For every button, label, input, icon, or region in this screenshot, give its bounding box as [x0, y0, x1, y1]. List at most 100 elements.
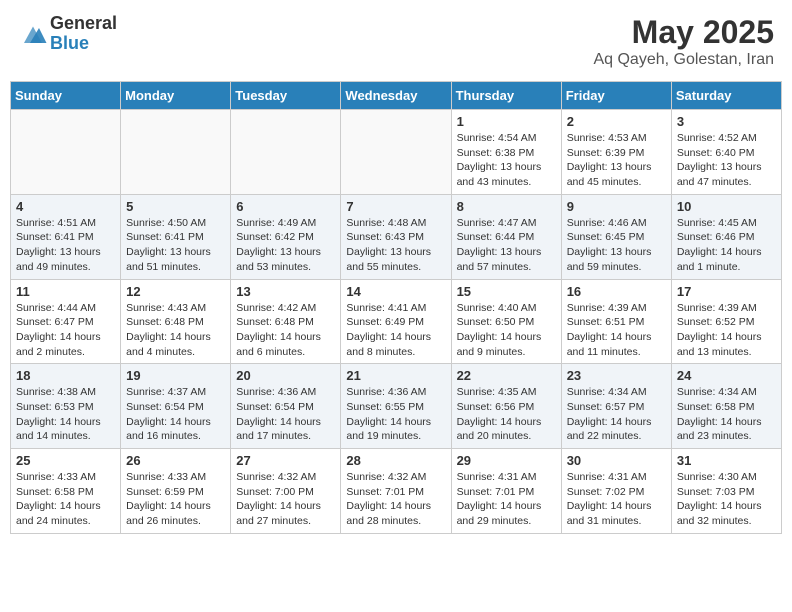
calendar-cell: [341, 110, 451, 195]
calendar-cell: [231, 110, 341, 195]
day-info: Sunrise: 4:32 AMSunset: 7:01 PMDaylight:…: [346, 470, 445, 529]
weekday-header-tuesday: Tuesday: [231, 82, 341, 110]
calendar-cell: 14 Sunrise: 4:41 AMSunset: 6:49 PMDayligh…: [341, 279, 451, 364]
day-info: Sunrise: 4:34 AMSunset: 6:57 PMDaylight:…: [567, 385, 666, 444]
calendar-body: 1Sunrise: 4:54 AMSunset: 6:38 PMDaylight…: [11, 110, 782, 534]
day-info: Sunrise: 4:44 AMSunset: 6:47 PMDaylight:…: [16, 301, 115, 360]
weekday-header-row: SundayMondayTuesdayWednesdayThursdayFrid…: [11, 82, 782, 110]
day-number: 6: [236, 199, 335, 214]
calendar-cell: 12 Sunrise: 4:43 AMSunset: 6:48 PMDayligh…: [121, 279, 231, 364]
calendar-cell: 30 Sunrise: 4:31 AMSunset: 7:02 PMDayligh…: [561, 449, 671, 534]
calendar-cell: 7 Sunrise: 4:48 AMSunset: 6:43 PMDaylight…: [341, 194, 451, 279]
day-number: 21: [346, 368, 445, 383]
weekday-header-thursday: Thursday: [451, 82, 561, 110]
day-info: Sunrise: 4:39 AMSunset: 6:52 PMDaylight:…: [677, 301, 776, 360]
day-info: Sunrise: 4:36 AMSunset: 6:54 PMDaylight:…: [236, 385, 335, 444]
weekday-header-wednesday: Wednesday: [341, 82, 451, 110]
day-info: Sunrise: 4:52 AMSunset: 6:40 PMDaylight:…: [677, 131, 776, 190]
day-number: 4: [16, 199, 115, 214]
location-subtitle: Aq Qayeh, Golestan, Iran: [593, 51, 774, 69]
calendar-cell: 26Sunrise: 4:33 AMSunset: 6:59 PMDayligh…: [121, 449, 231, 534]
calendar-cell: 2Sunrise: 4:53 AMSunset: 6:39 PMDaylight…: [561, 110, 671, 195]
weekday-header-monday: Monday: [121, 82, 231, 110]
calendar-cell: 4 Sunrise: 4:51 AMSunset: 6:41 PMDaylight…: [11, 194, 121, 279]
calendar-cell: 25Sunrise: 4:33 AMSunset: 6:58 PMDayligh…: [11, 449, 121, 534]
calendar-cell: 19Sunrise: 4:37 AMSunset: 6:54 PMDayligh…: [121, 364, 231, 449]
calendar-cell: 11 Sunrise: 4:44 AMSunset: 6:47 PMDayligh…: [11, 279, 121, 364]
logo-blue-text: Blue: [50, 34, 117, 54]
calendar-table: SundayMondayTuesdayWednesdayThursdayFrid…: [10, 81, 782, 534]
day-info: Sunrise: 4:31 AMSunset: 7:01 PMDaylight:…: [457, 470, 556, 529]
day-number: 14: [346, 284, 445, 299]
day-info: Sunrise: 4:38 AMSunset: 6:53 PMDaylight:…: [16, 385, 115, 444]
day-number: 29: [457, 453, 556, 468]
day-info: Sunrise: 4:42 AMSunset: 6:48 PMDaylight:…: [236, 301, 335, 360]
day-info: Sunrise: 4:46 AMSunset: 6:45 PMDaylight:…: [567, 216, 666, 275]
day-number: 10: [677, 199, 776, 214]
calendar-cell: 1Sunrise: 4:54 AMSunset: 6:38 PMDaylight…: [451, 110, 561, 195]
calendar-cell: 8 Sunrise: 4:47 AMSunset: 6:44 PMDaylight…: [451, 194, 561, 279]
day-info: Sunrise: 4:36 AMSunset: 6:55 PMDaylight:…: [346, 385, 445, 444]
calendar-cell: 24 Sunrise: 4:34 AMSunset: 6:58 PMDayligh…: [671, 364, 781, 449]
day-info: Sunrise: 4:48 AMSunset: 6:43 PMDaylight:…: [346, 216, 445, 275]
day-number: 11: [16, 284, 115, 299]
calendar-cell: 9 Sunrise: 4:46 AMSunset: 6:45 PMDaylight…: [561, 194, 671, 279]
day-number: 5: [126, 199, 225, 214]
weekday-header-saturday: Saturday: [671, 82, 781, 110]
calendar-cell: 21 Sunrise: 4:36 AMSunset: 6:55 PMDayligh…: [341, 364, 451, 449]
day-info: Sunrise: 4:35 AMSunset: 6:56 PMDaylight:…: [457, 385, 556, 444]
day-number: 7: [346, 199, 445, 214]
calendar-cell: 29 Sunrise: 4:31 AMSunset: 7:01 PMDayligh…: [451, 449, 561, 534]
day-number: 13: [236, 284, 335, 299]
day-number: 8: [457, 199, 556, 214]
calendar-cell: 27Sunrise: 4:32 AMSunset: 7:00 PMDayligh…: [231, 449, 341, 534]
day-info: Sunrise: 4:39 AMSunset: 6:51 PMDaylight:…: [567, 301, 666, 360]
day-number: 30: [567, 453, 666, 468]
calendar-cell: 5 Sunrise: 4:50 AMSunset: 6:41 PMDaylight…: [121, 194, 231, 279]
calendar-cell: 20 Sunrise: 4:36 AMSunset: 6:54 PMDayligh…: [231, 364, 341, 449]
day-number: 28: [346, 453, 445, 468]
day-info: Sunrise: 4:41 AMSunset: 6:49 PMDaylight:…: [346, 301, 445, 360]
calendar-week-3: 11 Sunrise: 4:44 AMSunset: 6:47 PMDayligh…: [11, 279, 782, 364]
day-number: 24: [677, 368, 776, 383]
logo-general-text: General: [50, 14, 117, 34]
day-number: 1: [457, 114, 556, 129]
calendar-week-2: 4 Sunrise: 4:51 AMSunset: 6:41 PMDaylight…: [11, 194, 782, 279]
day-info: Sunrise: 4:45 AMSunset: 6:46 PMDaylight:…: [677, 216, 776, 275]
day-info: Sunrise: 4:43 AMSunset: 6:48 PMDaylight:…: [126, 301, 225, 360]
day-number: 16: [567, 284, 666, 299]
calendar-cell: 3 Sunrise: 4:52 AMSunset: 6:40 PMDaylight…: [671, 110, 781, 195]
day-number: 31: [677, 453, 776, 468]
title-area: May 2025 Aq Qayeh, Golestan, Iran: [593, 14, 774, 69]
day-number: 20: [236, 368, 335, 383]
calendar-cell: 15Sunrise: 4:40 AMSunset: 6:50 PMDayligh…: [451, 279, 561, 364]
day-info: Sunrise: 4:51 AMSunset: 6:41 PMDaylight:…: [16, 216, 115, 275]
day-info: Sunrise: 4:30 AMSunset: 7:03 PMDaylight:…: [677, 470, 776, 529]
calendar-cell: 22 Sunrise: 4:35 AMSunset: 6:56 PMDayligh…: [451, 364, 561, 449]
calendar-cell: 18 Sunrise: 4:38 AMSunset: 6:53 PMDayligh…: [11, 364, 121, 449]
day-info: Sunrise: 4:50 AMSunset: 6:41 PMDaylight:…: [126, 216, 225, 275]
day-info: Sunrise: 4:49 AMSunset: 6:42 PMDaylight:…: [236, 216, 335, 275]
day-number: 19: [126, 368, 225, 383]
logo: General Blue: [18, 14, 117, 54]
day-number: 9: [567, 199, 666, 214]
calendar-cell: 6 Sunrise: 4:49 AMSunset: 6:42 PMDaylight…: [231, 194, 341, 279]
day-number: 23: [567, 368, 666, 383]
day-info: Sunrise: 4:34 AMSunset: 6:58 PMDaylight:…: [677, 385, 776, 444]
day-number: 3: [677, 114, 776, 129]
day-info: Sunrise: 4:47 AMSunset: 6:44 PMDaylight:…: [457, 216, 556, 275]
logo-icon: [18, 19, 48, 49]
calendar-cell: [121, 110, 231, 195]
calendar-week-4: 18 Sunrise: 4:38 AMSunset: 6:53 PMDayligh…: [11, 364, 782, 449]
calendar-week-5: 25Sunrise: 4:33 AMSunset: 6:58 PMDayligh…: [11, 449, 782, 534]
day-number: 22: [457, 368, 556, 383]
month-title: May 2025: [593, 14, 774, 51]
day-info: Sunrise: 4:31 AMSunset: 7:02 PMDaylight:…: [567, 470, 666, 529]
calendar-cell: 13 Sunrise: 4:42 AMSunset: 6:48 PMDayligh…: [231, 279, 341, 364]
day-number: 15: [457, 284, 556, 299]
day-number: 12: [126, 284, 225, 299]
day-number: 18: [16, 368, 115, 383]
weekday-header-sunday: Sunday: [11, 82, 121, 110]
day-info: Sunrise: 4:32 AMSunset: 7:00 PMDaylight:…: [236, 470, 335, 529]
calendar-week-1: 1Sunrise: 4:54 AMSunset: 6:38 PMDaylight…: [11, 110, 782, 195]
